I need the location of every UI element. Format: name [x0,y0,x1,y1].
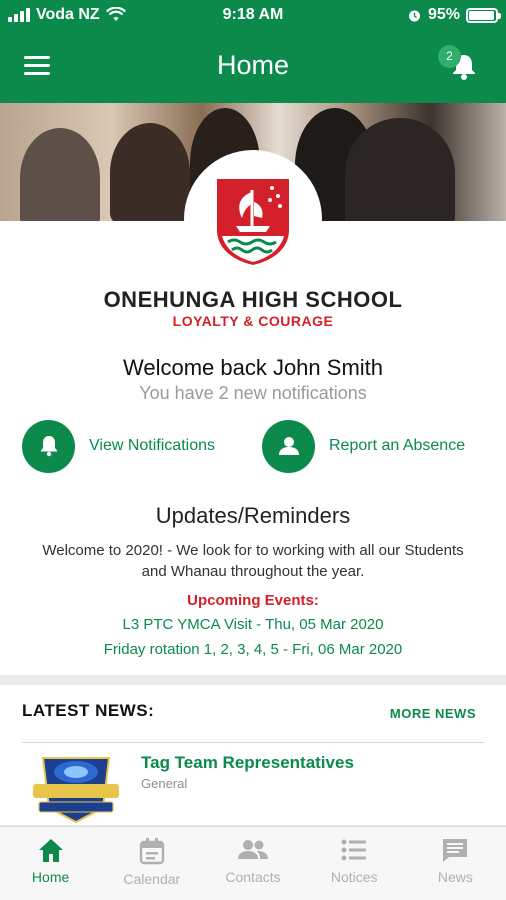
notifications-circle [22,419,75,473]
event-item[interactable]: Friday rotation 1, 2, 3, 4, 5 - Fri, 06 … [0,641,506,658]
contacts-icon [238,840,268,859]
bell-icon [40,436,57,457]
updates-text: Welcome to 2020! - We look for to workin… [42,542,464,580]
tab-news[interactable]: News [405,827,506,900]
status-bar: Voda NZ 9:18 AM 95% [0,0,506,30]
app-screen: Voda NZ 9:18 AM 95% Home 2 ONEHUNGA HIGH… [0,0,506,900]
alarm-icon [408,10,420,21]
news-category: General [141,776,188,791]
report-absence-label: Report an Absence [329,437,466,454]
tab-label: News [437,869,473,885]
latest-news-heading: LATEST NEWS: [22,701,155,720]
news-list-item[interactable]: Tag Team Representatives General [0,748,506,824]
news-icon [443,839,468,862]
tab-calendar[interactable]: Calendar [101,827,202,900]
home-icon [38,839,63,862]
new-notifications-text: You have 2 new notifications [139,383,367,403]
tab-label: Contacts [225,869,281,885]
calendar-icon [139,838,165,865]
report-absence-button[interactable]: Report an Absence [262,419,466,473]
tab-bar: Home Calendar Contacts Notices News [0,826,506,900]
top-bar: Voda NZ 9:18 AM 95% Home 2 [0,0,506,103]
view-notifications-button[interactable]: View Notifications [22,419,215,473]
school-motto: LOYALTY & COURAGE [172,313,334,329]
view-notifications-label: View Notifications [89,437,215,454]
page-title: Home [216,50,290,80]
battery-percent: 95% [427,6,460,23]
tab-home[interactable]: Home [0,827,101,900]
tab-label: Home [31,869,70,885]
news-title: Tag Team Representatives [141,753,354,772]
tab-contacts[interactable]: Contacts [202,827,303,900]
status-right: 95% [407,6,501,24]
welcome-greeting: Welcome back John Smith [122,355,384,380]
person-icon [278,437,299,455]
battery-fill [469,10,494,20]
school-crest-logo [215,177,291,268]
upcoming-events-label: Upcoming Events: [187,592,319,609]
updates-title: Updates/Reminders [155,503,351,528]
event-item[interactable]: L3 PTC YMCA Visit - Thu, 05 Mar 2020 [0,616,506,633]
notices-icon [341,839,367,861]
tab-label: Notices [330,869,378,885]
junior-oceania-cup-logo [33,757,119,824]
more-news-link[interactable]: MORE NEWS [390,706,476,721]
school-name: ONEHUNGA HIGH SCHOOL [103,287,403,312]
battery-icon [466,7,501,23]
tab-label: Calendar [123,871,181,887]
tab-notices[interactable]: Notices [304,827,405,900]
divider [22,742,484,743]
absence-circle [262,419,315,473]
notification-badge: 2 [438,45,461,68]
